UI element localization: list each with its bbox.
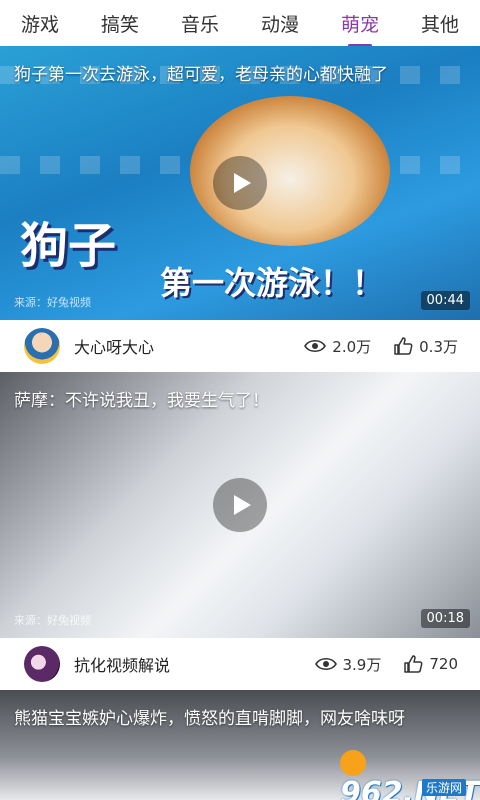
video-thumbnail[interactable]: 狗子第一次去游泳，超可爱，老母亲的心都快融了 狗子 第一次游泳！！ 来源：好兔视… [0, 46, 480, 320]
overlay-caption-small: 第一次游泳！！ [160, 264, 385, 302]
watermark-number: 962 [340, 776, 403, 800]
play-icon[interactable] [213, 156, 267, 210]
tab-other[interactable]: 其他 [417, 10, 463, 37]
logo-badge-icon [340, 750, 366, 776]
like-count[interactable]: 720 [403, 654, 458, 674]
author-name[interactable]: 抗化视频解说 [74, 652, 315, 676]
video-duration: 00:44 [420, 291, 470, 310]
play-icon[interactable] [213, 478, 267, 532]
view-count: 3.9万 [314, 654, 382, 675]
view-count-value: 3.9万 [342, 655, 382, 674]
video-thumbnail[interactable]: 熊猫宝宝嫉妒心爆炸，愤怒的直啃脚脚，网友啥味呀 962.NET 乐游网 [0, 690, 480, 800]
tab-music[interactable]: 音乐 [177, 10, 223, 37]
like-count-value: 720 [429, 655, 458, 673]
thumbs-up-icon [394, 337, 413, 355]
eye-icon [304, 339, 327, 353]
thumbs-up-icon [404, 655, 423, 673]
video-duration: 00:18 [420, 609, 470, 628]
tab-funny[interactable]: 搞笑 [97, 10, 143, 37]
avatar[interactable] [24, 328, 60, 364]
tab-pets[interactable]: 萌宠 [337, 10, 383, 37]
video-source: 来源：好兔视频 [14, 296, 91, 309]
like-count-value: 0.3万 [419, 337, 458, 356]
video-title: 萨摩：不许说我丑，我要生气了！ [14, 391, 269, 411]
video-meta-row: 大心呀大心 2.0万 0.3万 [0, 320, 480, 372]
eye-icon [314, 657, 337, 671]
video-thumbnail[interactable]: 萨摩：不许说我丑，我要生气了！ 来源：好兔视频 00:18 [0, 372, 480, 638]
like-count[interactable]: 0.3万 [393, 336, 458, 357]
site-watermark-logo: 962.NET 乐游网 [340, 750, 480, 800]
author-name[interactable]: 大心呀大心 [74, 334, 304, 358]
video-title: 熊猫宝宝嫉妒心爆炸，愤怒的直啃脚脚，网友啥味呀 [14, 709, 405, 729]
video-meta-row: 抗化视频解说 3.9万 720 [0, 638, 480, 690]
view-count-value: 2.0万 [332, 337, 372, 356]
category-tab-bar: 游戏 搞笑 音乐 动漫 萌宠 其他 [0, 0, 480, 46]
watermark-subtext: 乐游网 [421, 779, 466, 796]
video-title: 狗子第一次去游泳，超可爱，老母亲的心都快融了 [14, 65, 388, 85]
view-count: 2.0万 [304, 336, 371, 357]
overlay-caption-large: 狗子 [20, 218, 117, 274]
tab-anime[interactable]: 动漫 [257, 10, 303, 37]
tab-games[interactable]: 游戏 [17, 10, 63, 37]
video-source: 来源：好兔视频 [14, 614, 91, 627]
avatar[interactable] [24, 646, 60, 682]
